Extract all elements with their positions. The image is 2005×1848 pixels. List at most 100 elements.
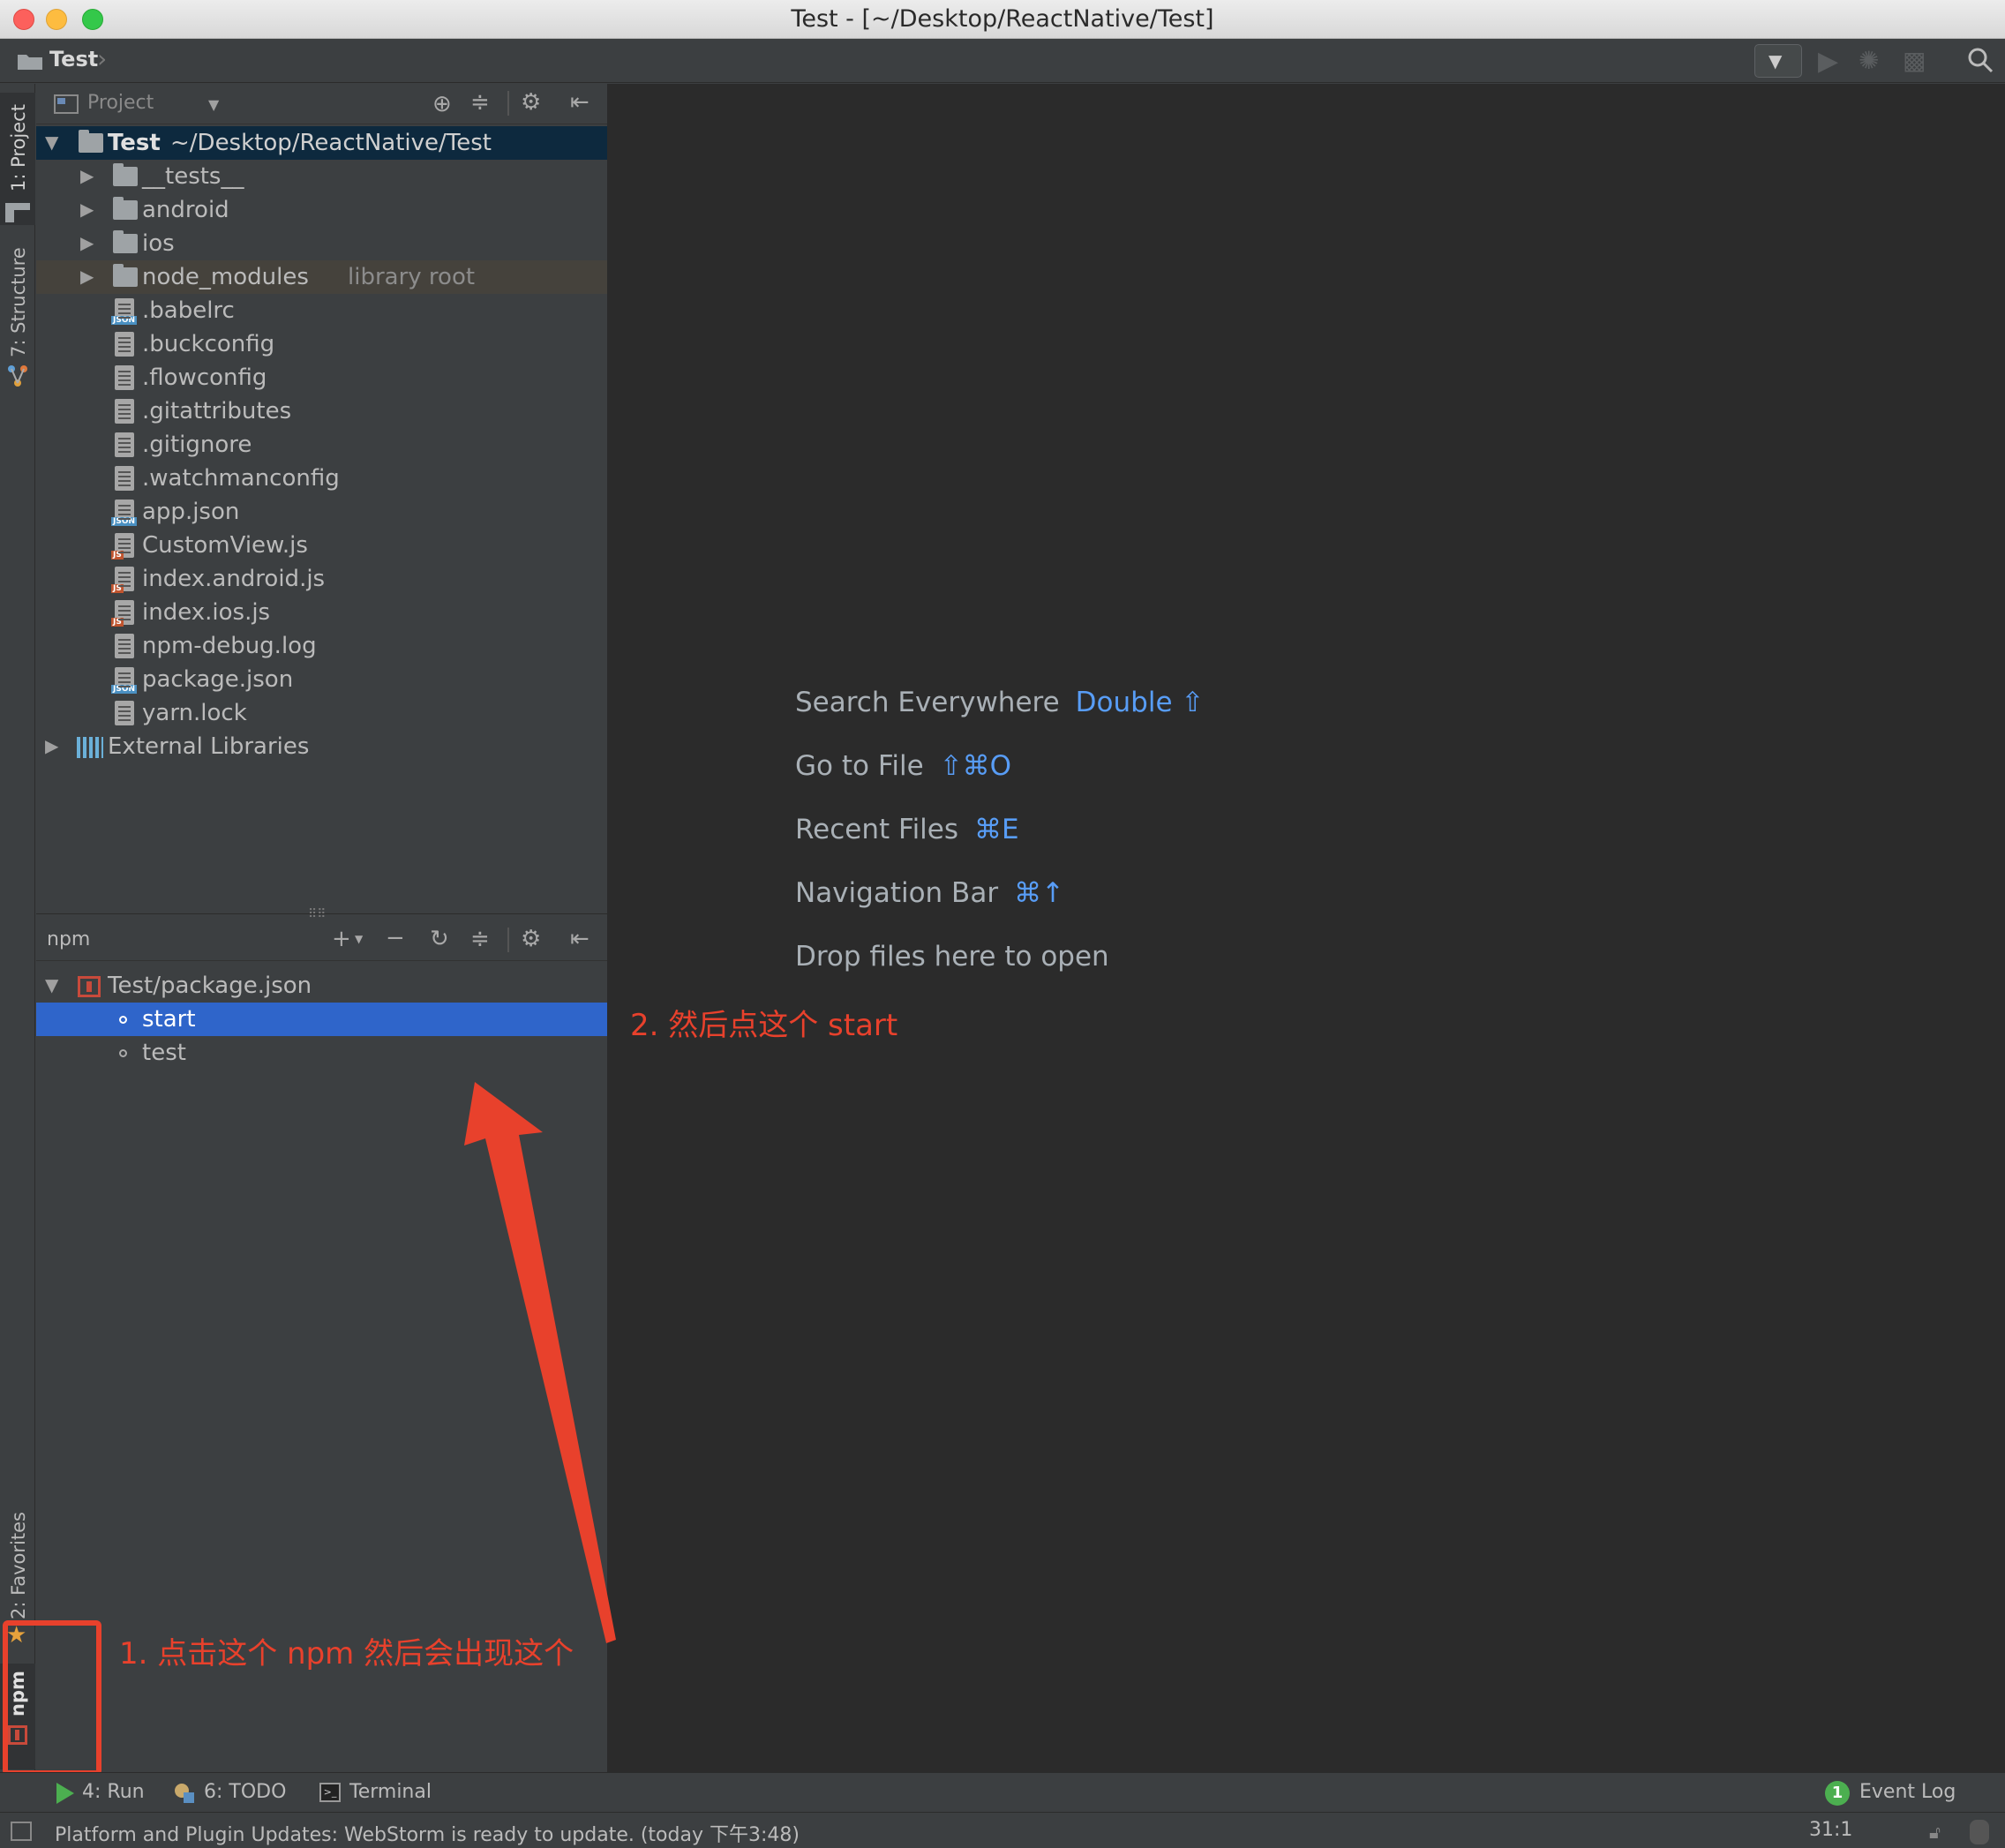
editor-empty-area[interactable]: Search Everywhere Double ⇧ Go to File ⇧⌘O … <box>607 84 2005 1772</box>
tree-row-index-android-js[interactable]: JS index.android.js <box>36 562 607 596</box>
tree-item-label: .gitignore <box>142 432 252 458</box>
npm-script-label: test <box>142 1040 186 1066</box>
hide-panel-icon[interactable]: ⇤ <box>570 89 589 116</box>
collapsed-arrow-icon[interactable]: ▶ <box>80 266 94 287</box>
gear-icon[interactable]: ⚙ <box>521 926 541 952</box>
annotation-step-2: 2. 然后点这个 start <box>630 1008 898 1043</box>
tree-row-flowconfig[interactable]: .flowconfig <box>36 361 607 394</box>
npm-icon <box>78 976 101 997</box>
folder-icon <box>18 52 42 70</box>
run-config-dropdown[interactable]: ▼ <box>1754 44 1802 78</box>
title-bar: Test - [~/Desktop/ReactNative/Test] <box>0 0 2005 39</box>
hint-label: Recent Files <box>795 814 959 845</box>
npm-panel-title: npm <box>47 928 91 950</box>
tree-root-row[interactable]: ▼ Test ~/Desktop/ReactNative/Test <box>36 126 607 160</box>
tab-structure[interactable]: 7: Structure <box>0 247 35 402</box>
gear-icon[interactable]: ⚙ <box>521 89 541 116</box>
project-view-icon <box>54 94 79 117</box>
tree-row-index-ios-js[interactable]: JS index.ios.js <box>36 596 607 629</box>
tool-run[interactable]: 4: Run <box>82 1781 145 1803</box>
collapsed-arrow-icon[interactable]: ▶ <box>80 199 94 220</box>
js-file-icon: JS <box>111 600 134 627</box>
toggle-tool-windows-icon[interactable] <box>11 1822 32 1841</box>
folder-icon <box>113 264 138 287</box>
tool-todo[interactable]: 6: TODO <box>204 1781 286 1803</box>
npm-package-row[interactable]: ▼ Test/package.json <box>36 969 607 1003</box>
hide-panel-icon[interactable]: ⇤ <box>570 926 589 952</box>
tool-terminal[interactable]: Terminal <box>349 1781 432 1803</box>
tree-row-npm-debug-log[interactable]: npm-debug.log <box>36 629 607 663</box>
add-icon[interactable]: + <box>332 926 351 952</box>
structure-icon <box>7 364 28 391</box>
tree-item-label: .watchmanconfig <box>142 465 340 492</box>
file-type-badge: JS <box>111 551 124 560</box>
hint-label: Drop files here to open <box>795 941 1109 973</box>
chevron-down-icon[interactable]: ▼ <box>208 96 219 113</box>
locate-icon[interactable]: ⊕ <box>432 91 452 117</box>
tree-item-label: ios <box>142 230 175 257</box>
tree-row-buckconfig[interactable]: .buckconfig <box>36 327 607 361</box>
status-message[interactable]: Platform and Plugin Updates: WebStorm is… <box>55 1819 800 1847</box>
npm-script-test[interactable]: test <box>36 1036 607 1070</box>
tree-row-package-json[interactable]: JSON package.json <box>36 663 607 696</box>
debug-icon[interactable]: ✺ <box>1859 46 1879 75</box>
tree-row-gitignore[interactable]: .gitignore <box>36 428 607 462</box>
json-file-icon: JSON <box>111 667 138 694</box>
text-file-icon <box>115 634 134 658</box>
search-icon[interactable] <box>1966 46 1994 81</box>
hint-search-everywhere: Search Everywhere Double ⇧ <box>795 687 1204 718</box>
tree-item-label: .buckconfig <box>142 331 275 357</box>
tree-row-tests[interactable]: ▶ __tests__ <box>36 160 607 193</box>
tree-item-label: android <box>142 197 229 223</box>
tab-project[interactable]: 1: Project <box>0 93 35 225</box>
tree-row-app-json[interactable]: JSON app.json <box>36 495 607 529</box>
npm-script-start[interactable]: start <box>36 1003 607 1036</box>
tree-row-watchmanconfig[interactable]: .watchmanconfig <box>36 462 607 495</box>
project-view-selector[interactable]: Project <box>87 92 154 114</box>
run-icon[interactable]: ▶ <box>1818 46 1838 77</box>
tree-row-ios[interactable]: ▶ ios <box>36 227 607 260</box>
tree-item-label: index.ios.js <box>142 599 271 626</box>
refresh-icon[interactable]: ↻ <box>430 926 449 952</box>
tree-row-yarn-lock[interactable]: yarn.lock <box>36 696 607 730</box>
tree-item-label: .gitattributes <box>142 398 292 424</box>
breadcrumb-project[interactable]: Test <box>49 47 98 71</box>
tab-structure-label: 7: Structure <box>8 247 29 357</box>
window-title: Test - [~/Desktop/ReactNative/Test] <box>791 5 1214 33</box>
collapse-all-icon[interactable]: ≑ <box>470 926 490 952</box>
hint-go-to-file: Go to File ⇧⌘O <box>795 750 1011 782</box>
tree-row-android[interactable]: ▶ android <box>36 193 607 227</box>
npm-package-label: Test/package.json <box>108 973 312 999</box>
tree-row-customview-js[interactable]: JS CustomView.js <box>36 529 607 562</box>
hint-label: Go to File <box>795 750 924 782</box>
annotation-arrow <box>464 1082 616 1643</box>
tree-item-label: index.android.js <box>142 566 326 592</box>
collapse-all-icon[interactable]: ≑ <box>470 89 490 116</box>
tool-window-bar: 4: Run 6: TODO >_ Terminal 1 Event Log <box>0 1772 2005 1812</box>
lock-icon[interactable]: 🔓︎ <box>1929 1822 1941 1843</box>
tree-row-external-libraries[interactable]: ▶ External Libraries <box>36 730 607 763</box>
coverage-icon[interactable]: ▩ <box>1903 46 1926 75</box>
script-bullet-icon <box>119 1049 127 1057</box>
caret-position[interactable]: 31:1 <box>1809 1819 1852 1841</box>
panel-splitter[interactable]: ⠿⠿ <box>36 907 607 921</box>
file-type-badge: JS <box>111 584 124 593</box>
tree-row-node-modules[interactable]: ▶ node_modules library root <box>36 260 607 294</box>
collapsed-arrow-icon[interactable]: ▶ <box>80 232 94 253</box>
ide-window: Test - [~/Desktop/ReactNative/Test] Test… <box>0 0 2005 1848</box>
memory-indicator-icon[interactable] <box>1970 1820 1989 1844</box>
tool-event-log[interactable]: Event Log <box>1859 1781 1956 1803</box>
chevron-down-icon: ▼ <box>1768 50 1783 71</box>
remove-icon[interactable]: − <box>386 925 405 951</box>
tree-row-gitattributes[interactable]: .gitattributes <box>36 394 607 428</box>
tree-row-babelrc[interactable]: JSON .babelrc <box>36 294 607 327</box>
collapsed-arrow-icon[interactable]: ▶ <box>80 165 94 186</box>
breadcrumb-chevron-icon: › <box>97 44 108 73</box>
chevron-down-icon[interactable]: ▼ <box>355 933 363 945</box>
hint-recent-files: Recent Files ⌘E <box>795 814 1019 845</box>
file-type-badge: JSON <box>111 685 138 694</box>
tab-project-label: 1: Project <box>8 104 29 192</box>
js-file-icon: JS <box>111 533 134 560</box>
folder-icon <box>113 230 138 253</box>
run-icon <box>55 1782 76 1808</box>
